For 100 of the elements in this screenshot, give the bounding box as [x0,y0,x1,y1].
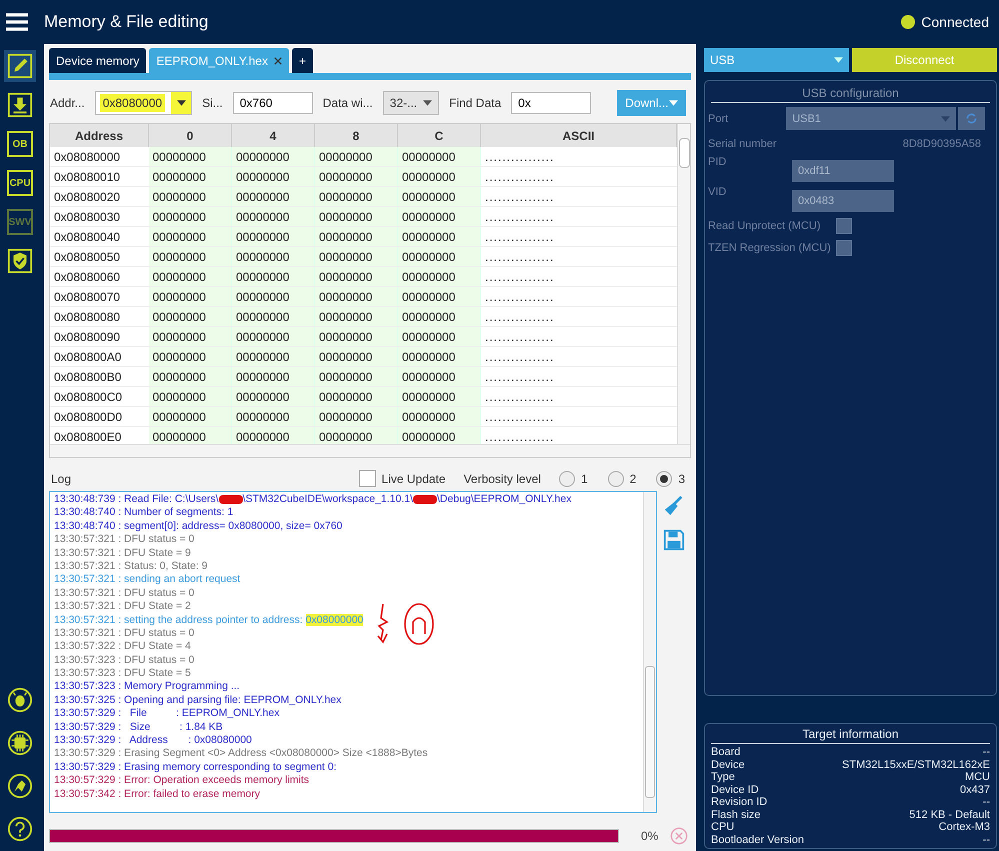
table-cell: 00000000 [398,166,480,186]
log-line: 13:30:57:321 : DFU State = 2 [54,600,192,614]
table-cell: 0x08080010 [50,166,148,186]
log-line: 13:30:57:329 : Erasing memory corresponding to segment 0: [54,760,338,774]
log-line: 13:30:57:329 : Size : 1.84 KB [54,720,224,734]
menu-icon[interactable] [6,13,28,31]
caret-icon [834,57,843,63]
table-cell: 00000000 [314,166,398,186]
panel-title: Target information [711,724,990,744]
find-data-field[interactable]: 0x [511,92,592,114]
radio-label: 2 [630,472,636,486]
checkbox[interactable] [836,218,852,234]
info-value: 512 KB - Default [909,808,990,821]
tab[interactable]: Device memory [49,48,146,73]
caret-icon [668,100,678,106]
data-width-combo[interactable]: 32-... [382,91,440,115]
radio-label: 3 [678,472,685,486]
table-cell: 00000000 [232,346,314,366]
cancel-icon[interactable] [670,827,688,845]
table-cell: ................ [480,286,677,306]
sidebar-item[interactable]: CPU [4,167,36,199]
table-cell: 00000000 [232,306,314,326]
scrollbar[interactable] [677,124,690,444]
table-cell: 00000000 [314,246,398,266]
table-cell: 00000000 [148,266,232,286]
checkbox[interactable] [836,240,852,256]
info-label: CPU [711,821,734,834]
table-cell: 00000000 [398,346,480,366]
serial-value: 8D8D90395A58 [902,138,981,150]
table-cell: 00000000 [232,266,314,286]
scrollbar[interactable] [643,492,656,812]
caret-icon [423,100,432,106]
table-cell: ................ [480,166,677,186]
table-cell: 00000000 [148,246,232,266]
address-label: Addr... [50,96,85,110]
table-cell: 00000000 [232,226,314,246]
table-cell: 00000000 [398,147,480,166]
column-header: Address [50,124,148,147]
log-line: 13:30:48:740 : Number of segments: 1 [54,506,234,520]
checkbox[interactable] [358,470,376,487]
table-cell: 0x080800B0 [50,366,148,386]
table-cell: 00000000 [314,286,398,306]
close-icon[interactable] [274,56,282,64]
log-line: 13:30:57:321 : DFU status = 0 [54,533,196,547]
column-header: C [398,124,480,147]
scrollbar[interactable] [50,444,690,457]
table-cell: ................ [480,246,677,266]
table-cell: 0x08080030 [50,206,148,226]
verbosity-label: Verbosity level [464,472,541,486]
table-cell: 00000000 [148,346,232,366]
log-line: 13:30:57:321 : DFU State = 9 [54,546,192,560]
serial-label: Serial number [708,138,776,150]
log-line: 13:30:57:321 : Status: 0, State: 9 [54,560,209,574]
save-icon[interactable] [663,529,685,551]
table-cell: 00000000 [232,166,314,186]
table-cell: 0x08080020 [50,186,148,206]
table-cell: 00000000 [148,366,232,386]
table-cell: 0x080800D0 [50,406,148,426]
table-cell: ................ [480,147,677,166]
log-line: 13:30:57:329 : Error: Operation exceeds memory limits [54,774,310,788]
address-combo[interactable]: 0x8080000 [94,91,192,115]
broom-icon[interactable] [663,495,685,517]
log-line: 13:30:57:322 : DFU State = 4 [54,640,192,654]
log-line: 13:30:57:342 : Error: failed to erase memory [54,788,262,801]
size-field[interactable]: 0x760 [232,92,313,114]
table-cell: 00000000 [232,186,314,206]
log-line: 13:30:57:329 : Erasing Segment <0> Address <0x08080000> Size <1888>Bytes [54,747,429,761]
radio-button[interactable] [656,470,672,486]
table-cell: 00000000 [398,206,480,226]
table-cell: ................ [480,346,677,366]
log-line: 13:30:57:325 : Opening and parsing file: EEPROM_ONLY.hex [54,694,342,708]
info-label: Bootloader Version [711,834,804,846]
pid-label: PID [708,156,728,168]
tab[interactable]: + [292,48,313,73]
find-data-label: Find Data [449,96,502,110]
table-cell: 0x08080050 [50,246,148,266]
table-cell: 00000000 [398,226,480,246]
caret-icon [941,116,950,122]
table-cell: 00000000 [232,246,314,266]
table-cell: 00000000 [314,226,398,246]
table-cell: ................ [480,306,677,326]
column-header: 8 [314,124,398,147]
edit-icon[interactable] [4,50,36,82]
table-cell: 00000000 [398,246,480,266]
info-value: -- [982,796,990,808]
table-cell: 00000000 [398,426,480,444]
refresh-icon[interactable] [958,107,986,130]
log-line: 13:30:48:739 : Read File: C:\Users\ \STM32CubeIDE\workspace_1.10.1\ \Debug\EEPROM_ONLY.hex [54,493,572,506]
table-cell: 00000000 [148,406,232,426]
table-cell: 0x080800C0 [50,386,148,406]
radio-button[interactable] [558,470,575,486]
window-title: Memory & File editing [44,12,208,32]
table-cell: 00000000 [398,386,480,406]
sidebar-item[interactable]: OB [4,128,36,160]
radio-button[interactable] [608,470,624,486]
info-label: Device ID [711,784,759,796]
table-cell: 0x08080000 [50,147,148,166]
progress-reading: 0% [641,829,658,843]
column-header: ASCII [480,124,677,147]
info-label: Type [711,771,735,784]
